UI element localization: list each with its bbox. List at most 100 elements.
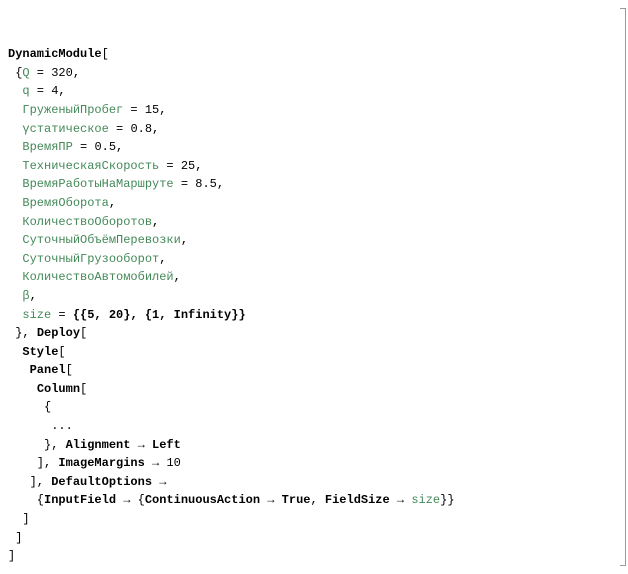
tok-indent xyxy=(8,289,22,303)
tok-indent xyxy=(8,233,22,247)
val-gruzhenyprobeg: 15 xyxy=(145,103,159,117)
tok-rbrace: }} xyxy=(440,493,454,507)
tok-continuousaction: ContinuousAction xyxy=(145,493,260,507)
tok-indent xyxy=(8,252,22,266)
tok-lbracket: [ xyxy=(66,363,73,377)
tok-lbracket: [ xyxy=(58,345,65,359)
tok-comma: , xyxy=(310,493,324,507)
val-imagemargins: 10 xyxy=(166,456,180,470)
val-Q: 320 xyxy=(51,66,73,80)
tok-comma: , xyxy=(174,270,181,284)
tok-comma: , xyxy=(152,122,159,136)
tok-indent xyxy=(8,159,22,173)
tok-eq: = xyxy=(159,159,181,173)
tok-indent xyxy=(8,345,22,359)
tok-comma: , xyxy=(159,103,166,117)
tok-arrow: → xyxy=(260,493,282,507)
tok-left: Left xyxy=(152,438,181,452)
sym-gamma-static: γстатическое xyxy=(22,122,108,136)
tok-eq: = xyxy=(174,177,196,191)
tok-indent xyxy=(8,84,22,98)
val-gamma-static: 0.8 xyxy=(130,122,152,136)
tok-arrow: → xyxy=(145,456,167,470)
tok-comma: , xyxy=(109,196,116,210)
tok-rbracket-comma: ], xyxy=(8,456,58,470)
tok-indent xyxy=(8,196,22,210)
tok-lbracket: [ xyxy=(80,326,87,340)
sym-turn-count: КоличествоОборотов xyxy=(22,215,152,229)
tok-rbrace-comma: }, xyxy=(8,438,66,452)
tok-arrow: → xyxy=(116,493,138,507)
tok-rbrace-comma: }, xyxy=(8,326,37,340)
tok-alignment: Alignment xyxy=(66,438,131,452)
tok-dynamicmodule: DynamicModule xyxy=(8,47,102,61)
tok-arrow: → xyxy=(152,475,166,489)
tok-comma: , xyxy=(159,252,166,266)
tok-indent xyxy=(8,270,22,284)
tok-rbracket: ] xyxy=(8,549,15,563)
sym-gruzhenyprobeg: ГруженыйПробег xyxy=(22,103,123,117)
tok-indent xyxy=(8,215,22,229)
sym-route-time: ВремяРаботыНаМаршруте xyxy=(22,177,173,191)
sym-daily-turnover: СуточныйГрузооборот xyxy=(22,252,159,266)
tok-rbracket: ] xyxy=(8,531,22,545)
tok-imagemargins: ImageMargins xyxy=(58,456,144,470)
sym-q: q xyxy=(22,84,29,98)
tok-indent xyxy=(8,177,22,191)
val-vremyapr: 0.5 xyxy=(94,140,116,154)
tok-lbrace: { xyxy=(138,493,145,507)
val-route-time: 8.5 xyxy=(195,177,217,191)
tok-column: Column xyxy=(37,382,80,396)
tok-deploy: Deploy xyxy=(37,326,80,340)
tok-lbrace: { xyxy=(8,400,51,414)
sym-vremyapr: ВремяПР xyxy=(22,140,72,154)
tok-indent xyxy=(8,308,22,322)
tok-inputfield: InputField xyxy=(44,493,116,507)
tok-eq: = xyxy=(51,308,73,322)
tok-defaultoptions: DefaultOptions xyxy=(51,475,152,489)
sym-car-count: КоличествоАвтомобилей xyxy=(22,270,173,284)
tok-comma: , xyxy=(116,140,123,154)
tok-fieldsize: FieldSize xyxy=(325,493,390,507)
tok-indent xyxy=(8,103,22,117)
tok-comma: , xyxy=(181,233,188,247)
val-size: {{5, 20}, {1, Infinity}} xyxy=(73,308,246,322)
tok-lbracket: [ xyxy=(102,47,109,61)
tok-eq: = xyxy=(109,122,131,136)
tok-indent xyxy=(8,363,30,377)
sym-daily-volume: СуточныйОбъёмПеревозки xyxy=(22,233,180,247)
tok-comma: , xyxy=(195,159,202,173)
sym-Q: Q xyxy=(22,66,29,80)
tok-rbracket: ] xyxy=(8,512,30,526)
sym-turn-time: ВремяОборота xyxy=(22,196,108,210)
tok-eq: = xyxy=(123,103,145,117)
code-cell: DynamicModule[ {Q = 320, q = 4, Груженый… xyxy=(0,4,628,570)
tok-arrow: → xyxy=(390,493,412,507)
tok-indent xyxy=(8,140,22,154)
tok-comma: , xyxy=(30,289,37,303)
sym-tech-speed: ТехническаяСкорость xyxy=(22,159,159,173)
sym-beta: β xyxy=(22,289,29,303)
tok-eq: = xyxy=(30,66,52,80)
tok-comma: , xyxy=(58,84,65,98)
tok-eq: = xyxy=(30,84,52,98)
tok-comma: , xyxy=(152,215,159,229)
tok-comma: , xyxy=(217,177,224,191)
tok-lbracket: [ xyxy=(80,382,87,396)
tok-eq: = xyxy=(73,140,95,154)
sym-size: size xyxy=(22,308,51,322)
sym-size-ref: size xyxy=(411,493,440,507)
tok-ellipsis: ... xyxy=(8,419,73,433)
tok-lbrace: { xyxy=(8,493,44,507)
val-tech-speed: 25 xyxy=(181,159,195,173)
tok-true: True xyxy=(282,493,311,507)
tok-rbracket-comma: ], xyxy=(8,475,51,489)
cell-bracket[interactable] xyxy=(620,8,626,566)
tok-comma: , xyxy=(73,66,80,80)
tok-panel: Panel xyxy=(30,363,66,377)
tok-style: Style xyxy=(22,345,58,359)
tok-indent xyxy=(8,382,37,396)
tok-lbrace: { xyxy=(8,66,22,80)
tok-arrow: → xyxy=(130,438,152,452)
tok-indent xyxy=(8,122,22,136)
